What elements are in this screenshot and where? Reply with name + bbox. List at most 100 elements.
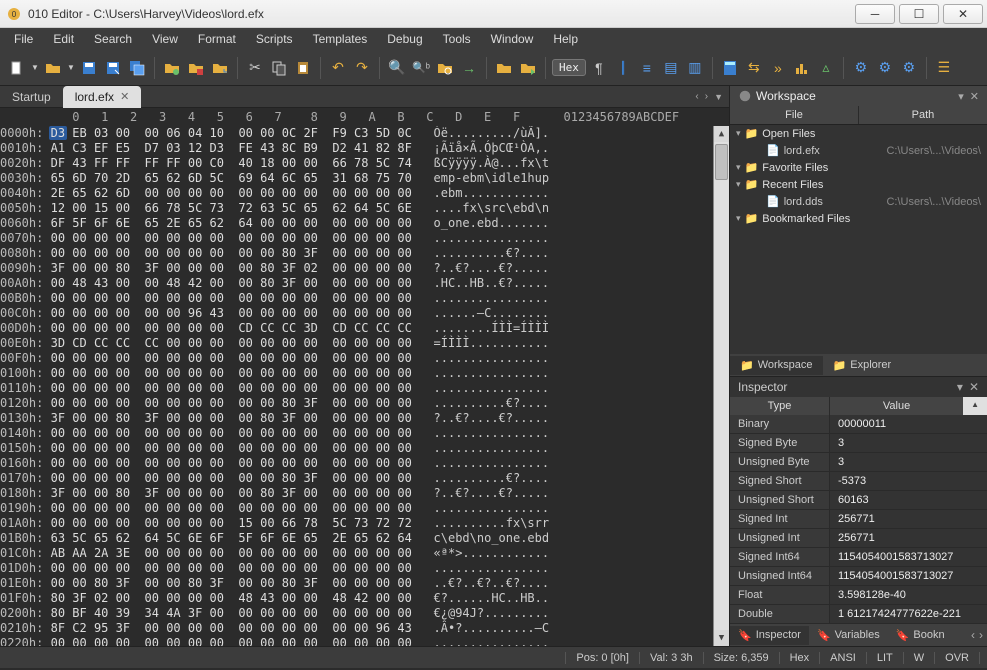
find-replace-icon[interactable]: 🔍ᵇ — [410, 57, 432, 79]
maximize-button[interactable]: ☐ — [899, 4, 939, 24]
minimize-button[interactable]: ─ — [855, 4, 895, 24]
hex-row[interactable]: 01E0h: 00 00 80 3F 00 00 80 3F 00 00 80 … — [0, 576, 713, 591]
status-ansi[interactable]: ANSI — [819, 652, 867, 664]
tab-workspace[interactable]: 📁Workspace — [730, 356, 823, 375]
hex-row[interactable]: 01D0h: 00 00 00 00 00 00 00 00 00 00 00 … — [0, 561, 713, 576]
save-icon[interactable] — [78, 57, 100, 79]
tab-list-icon[interactable]: ▼ — [714, 92, 723, 102]
tree-folder[interactable]: ▾📁Recent Files — [730, 176, 987, 193]
menu-edit[interactable]: Edit — [43, 29, 84, 49]
open-dropdown-icon[interactable]: ▼ — [66, 57, 76, 79]
bars-icon[interactable]: ≡ — [636, 57, 658, 79]
inspector-row[interactable]: Unsigned Short60163 — [730, 491, 987, 510]
inspector-close-icon[interactable]: ✕ — [969, 380, 979, 394]
workspace-tree[interactable]: ▾📁Open Files📄lord.efxC:\Users\...\Videos… — [730, 125, 987, 354]
insp-next-icon[interactable]: › — [979, 628, 983, 642]
copy-icon[interactable] — [268, 57, 290, 79]
ruler-icon[interactable]: ▤ — [660, 57, 682, 79]
menu-search[interactable]: Search — [84, 29, 142, 49]
save-all-icon[interactable] — [126, 57, 148, 79]
hex-row[interactable]: 0000h: D3 EB 03 00 00 06 04 10 00 00 0C … — [0, 126, 713, 141]
menu-scripts[interactable]: Scripts — [246, 29, 303, 49]
inspector-row[interactable]: Signed Int641154054001583713027 — [730, 548, 987, 567]
tab-explorer[interactable]: 📁Explorer — [823, 356, 902, 375]
status-pos[interactable]: Pos: 0 [0h] — [565, 652, 640, 664]
hex-row[interactable]: 01C0h: AB AA 2A 3E 00 00 00 00 00 00 00 … — [0, 546, 713, 561]
save-as-icon[interactable] — [102, 57, 124, 79]
hex-row[interactable]: 0190h: 00 00 00 00 00 00 00 00 00 00 00 … — [0, 501, 713, 516]
open-process-icon[interactable] — [185, 57, 207, 79]
open-recent-icon[interactable] — [209, 57, 231, 79]
histogram-icon[interactable] — [791, 57, 813, 79]
run-template-icon[interactable] — [517, 57, 539, 79]
inspector-row[interactable]: Signed Byte3 — [730, 434, 987, 453]
hex-row[interactable]: 00D0h: 00 00 00 00 00 00 00 00 CD CC CC … — [0, 321, 713, 336]
hex-row[interactable]: 01B0h: 63 5C 65 62 64 5C 6E 6F 5F 6F 6E … — [0, 531, 713, 546]
status-lit[interactable]: LIT — [866, 652, 904, 664]
tree-file[interactable]: 📄lord.efxC:\Users\...\Videos\ — [730, 142, 987, 159]
open-template-icon[interactable] — [493, 57, 515, 79]
scroll-thumb[interactable] — [715, 144, 728, 180]
tab-prev-icon[interactable]: ‹ — [695, 91, 698, 102]
status-hex[interactable]: Hex — [779, 652, 821, 664]
scroll-up-icon[interactable]: ▲ — [714, 126, 729, 142]
hex-row[interactable]: 00E0h: 3D CD CC CC CC 00 00 00 00 00 00 … — [0, 336, 713, 351]
tree-folder[interactable]: ▾📁Open Files — [730, 125, 987, 142]
hex-row[interactable]: 0110h: 00 00 00 00 00 00 00 00 00 00 00 … — [0, 381, 713, 396]
hex-row[interactable]: 00A0h: 00 48 43 00 00 48 42 00 00 80 3F … — [0, 276, 713, 291]
hex-row[interactable]: 0140h: 00 00 00 00 00 00 00 00 00 00 00 … — [0, 426, 713, 441]
tree-folder[interactable]: ▾📁Favorite Files — [730, 159, 987, 176]
redo-icon[interactable]: ↷ — [351, 57, 373, 79]
status-size[interactable]: Size: 6,359 — [703, 652, 780, 664]
cut-icon[interactable]: ✂ — [244, 57, 266, 79]
gear2-icon[interactable]: ⚙ — [874, 57, 896, 79]
hex-row[interactable]: 0100h: 00 00 00 00 00 00 00 00 00 00 00 … — [0, 366, 713, 381]
status-val[interactable]: Val: 3 3h — [639, 652, 704, 664]
tree-file[interactable]: 📄lord.ddsC:\Users\...\Videos\ — [730, 193, 987, 210]
inspector-row[interactable]: Double1 61217424777622e-221 — [730, 605, 987, 624]
hex-row[interactable]: 0200h: 80 BF 40 39 34 4A 3F 00 00 00 00 … — [0, 606, 713, 621]
tab-next-icon[interactable]: › — [705, 91, 708, 102]
last-icon[interactable]: ☰ — [933, 57, 955, 79]
inspector-row[interactable]: Signed Short-5373 — [730, 472, 987, 491]
hex-row[interactable]: 0220h: 00 00 00 00 00 00 00 00 00 00 00 … — [0, 636, 713, 646]
checksum-icon[interactable]: ▵ — [815, 57, 837, 79]
find-in-files-icon[interactable] — [434, 57, 456, 79]
inspector-pin-icon[interactable]: ▾ — [957, 380, 963, 394]
hex-mode-button[interactable]: Hex — [552, 59, 586, 76]
menu-format[interactable]: Format — [188, 29, 246, 49]
status-w[interactable]: W — [903, 652, 935, 664]
hex-row[interactable]: 0180h: 3F 00 00 80 3F 00 00 00 00 80 3F … — [0, 486, 713, 501]
goto-icon[interactable]: → — [458, 57, 480, 79]
tab-inspector[interactable]: 🔖Inspector — [730, 626, 809, 645]
hex-row[interactable]: 0160h: 00 00 00 00 00 00 00 00 00 00 00 … — [0, 456, 713, 471]
bars2-icon[interactable]: ▥ — [684, 57, 706, 79]
close-panel-icon[interactable]: ✕ — [970, 90, 979, 103]
pilcrow-icon[interactable]: ¶ — [588, 57, 610, 79]
tab-bookmarks[interactable]: 🔖Bookn — [888, 626, 953, 645]
new-icon[interactable] — [6, 57, 28, 79]
hex-row[interactable]: 0010h: A1 C3 EF E5 D7 03 12 D3 FE 43 8C … — [0, 141, 713, 156]
close-button[interactable]: ✕ — [943, 4, 983, 24]
hex-body[interactable]: 0000h: D3 EB 03 00 00 06 04 10 00 00 0C … — [0, 126, 729, 646]
gear3-icon[interactable]: ⚙ — [898, 57, 920, 79]
status-ovr[interactable]: OVR — [934, 652, 980, 664]
inspector-row[interactable]: Binary00000011 — [730, 415, 987, 434]
menu-debug[interactable]: Debug — [377, 29, 432, 49]
hex-row[interactable]: 0040h: 2E 65 62 6D 00 00 00 00 00 00 00 … — [0, 186, 713, 201]
hex-row[interactable]: 0170h: 00 00 00 00 00 00 00 00 00 00 80 … — [0, 471, 713, 486]
tab-lord-efx[interactable]: lord.efx ✕ — [63, 86, 142, 108]
hex-row[interactable]: 01A0h: 00 00 00 00 00 00 00 00 15 00 66 … — [0, 516, 713, 531]
menu-view[interactable]: View — [142, 29, 188, 49]
tree-folder[interactable]: ▾📁Bookmarked Files — [730, 210, 987, 227]
inspector-row[interactable]: Unsigned Int256771 — [730, 529, 987, 548]
hex-row[interactable]: 0020h: DF 43 FF FF FF FF 00 C0 40 18 00 … — [0, 156, 713, 171]
hex-row[interactable]: 0090h: 3F 00 00 80 3F 00 00 00 00 80 3F … — [0, 261, 713, 276]
inspector-row[interactable]: Unsigned Int641154054001583713027 — [730, 567, 987, 586]
tab-startup[interactable]: Startup — [0, 86, 63, 108]
new-dropdown-icon[interactable]: ▼ — [30, 57, 40, 79]
inspector-row[interactable]: Signed Int256771 — [730, 510, 987, 529]
hex-row[interactable]: 0030h: 65 6D 70 2D 65 62 6D 5C 69 64 6C … — [0, 171, 713, 186]
menu-tools[interactable]: Tools — [433, 29, 481, 49]
scroll-down-icon[interactable]: ▼ — [714, 630, 729, 646]
